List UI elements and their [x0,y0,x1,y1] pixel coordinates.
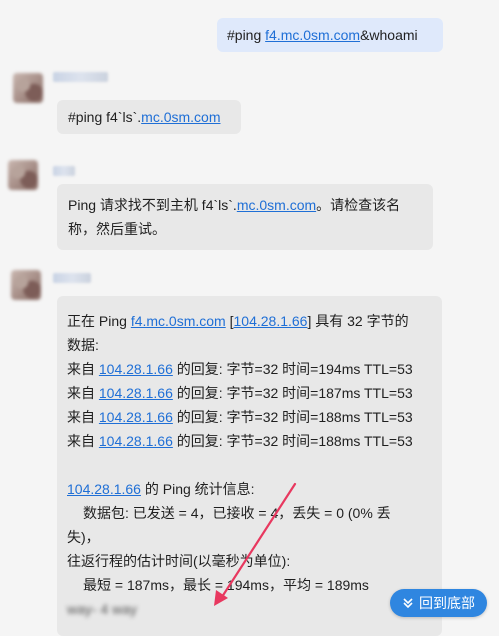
reply-ip-link[interactable]: 104.28.1.66 [99,433,173,449]
packets-line-2: 失)， [67,529,100,545]
message-bubble-1: #ping f4`ls`.mc.0sm.com [57,100,241,134]
reply-prefix: 来自 [67,433,99,449]
avatar[interactable] [11,270,41,300]
message-1-prefix: #ping f4`ls`. [68,109,142,125]
reply-prefix: 来自 [67,361,99,377]
double-chevron-down-icon [402,597,414,609]
sent-message-bubble: #ping f4.mc.0sm.com&whoami [217,18,443,52]
avatar[interactable] [13,73,43,103]
ping-header-line-2: 数据: [67,337,99,353]
message-1-link[interactable]: mc.0sm.com [141,109,220,125]
stats-ip-link[interactable]: 104.28.1.66 [67,481,141,497]
reply-prefix: 来自 [67,385,99,401]
sent-message-suffix: &whoami [360,27,418,43]
reply-text: 的回复: 字节=32 时间=194ms TTL=53 [172,361,413,377]
reply-ip-link[interactable]: 104.28.1.66 [99,409,173,425]
sent-message-link[interactable]: f4.mc.0sm.com [265,27,360,43]
ping-header-bracket: [ [225,313,234,329]
reply-text: 的回复: 字节=32 时间=188ms TTL=53 [172,433,413,449]
stats-title: 的 Ping 统计信息: [140,481,255,497]
reply-line: 来自 104.28.1.66 的回复: 字节=32 时间=194ms TTL=5… [67,357,442,381]
reply-line: 来自 104.28.1.66 的回复: 字节=32 时间=187ms TTL=5… [67,381,442,405]
stats-title-line: 104.28.1.66 的 Ping 统计信息: [67,477,442,501]
ping-header-suffix: ] 具有 32 字节的 [307,313,409,329]
message-2-link[interactable]: mc.0sm.com [237,197,316,213]
ping-ip-link[interactable]: 104.28.1.66 [234,313,308,329]
ping-header-prefix: 正在 Ping [67,313,131,329]
rtt-values: 最短 = 187ms，最长 = 194ms，平均 = 189ms [83,577,369,593]
reply-line: 来自 104.28.1.66 的回复: 字节=32 时间=188ms TTL=5… [67,429,442,453]
packets-line-1: 数据包: 已发送 = 4，已接收 = 4，丢失 = 0 (0% 丢 [83,505,391,521]
scroll-to-bottom-button[interactable]: 回到底部 [390,589,487,617]
reply-ip-link[interactable]: 104.28.1.66 [99,361,173,377]
message-2-text: Ping 请求找不到主机 f4`ls`. [68,197,237,213]
rtt-title: 往返行程的估计时间(以毫秒为单位): [67,553,291,569]
message-bubble-3: 正在 Ping f4.mc.0sm.com [104.28.1.66] 具有 3… [57,296,442,636]
sender-name [53,72,108,82]
message-2-line-1: Ping 请求找不到主机 f4`ls`.mc.0sm.com。请检查该名 [68,193,433,217]
avatar[interactable] [8,160,38,190]
reply-prefix: 来自 [67,409,99,425]
message-bubble-2: Ping 请求找不到主机 f4`ls`.mc.0sm.com。请检查该名 称，然… [57,184,433,250]
ping-host-link[interactable]: f4.mc.0sm.com [131,313,226,329]
message-2-text-suffix: 。请检查该名 [316,197,401,213]
reply-line: 来自 104.28.1.66 的回复: 字节=32 时间=188ms TTL=5… [67,405,442,429]
ping-header-line: 正在 Ping f4.mc.0sm.com [104.28.1.66] 具有 3… [67,309,442,333]
message-2-line-2: 称，然后重试。 [68,221,166,237]
scroll-to-bottom-label: 回到底部 [419,595,475,611]
sender-name [53,166,75,176]
sent-message-prefix: #ping [227,27,266,43]
reply-ip-link[interactable]: 104.28.1.66 [99,385,173,401]
last-line: way- 4 way [67,601,138,617]
sender-name [53,273,91,283]
reply-text: 的回复: 字节=32 时间=188ms TTL=53 [172,409,413,425]
reply-text: 的回复: 字节=32 时间=187ms TTL=53 [172,385,413,401]
